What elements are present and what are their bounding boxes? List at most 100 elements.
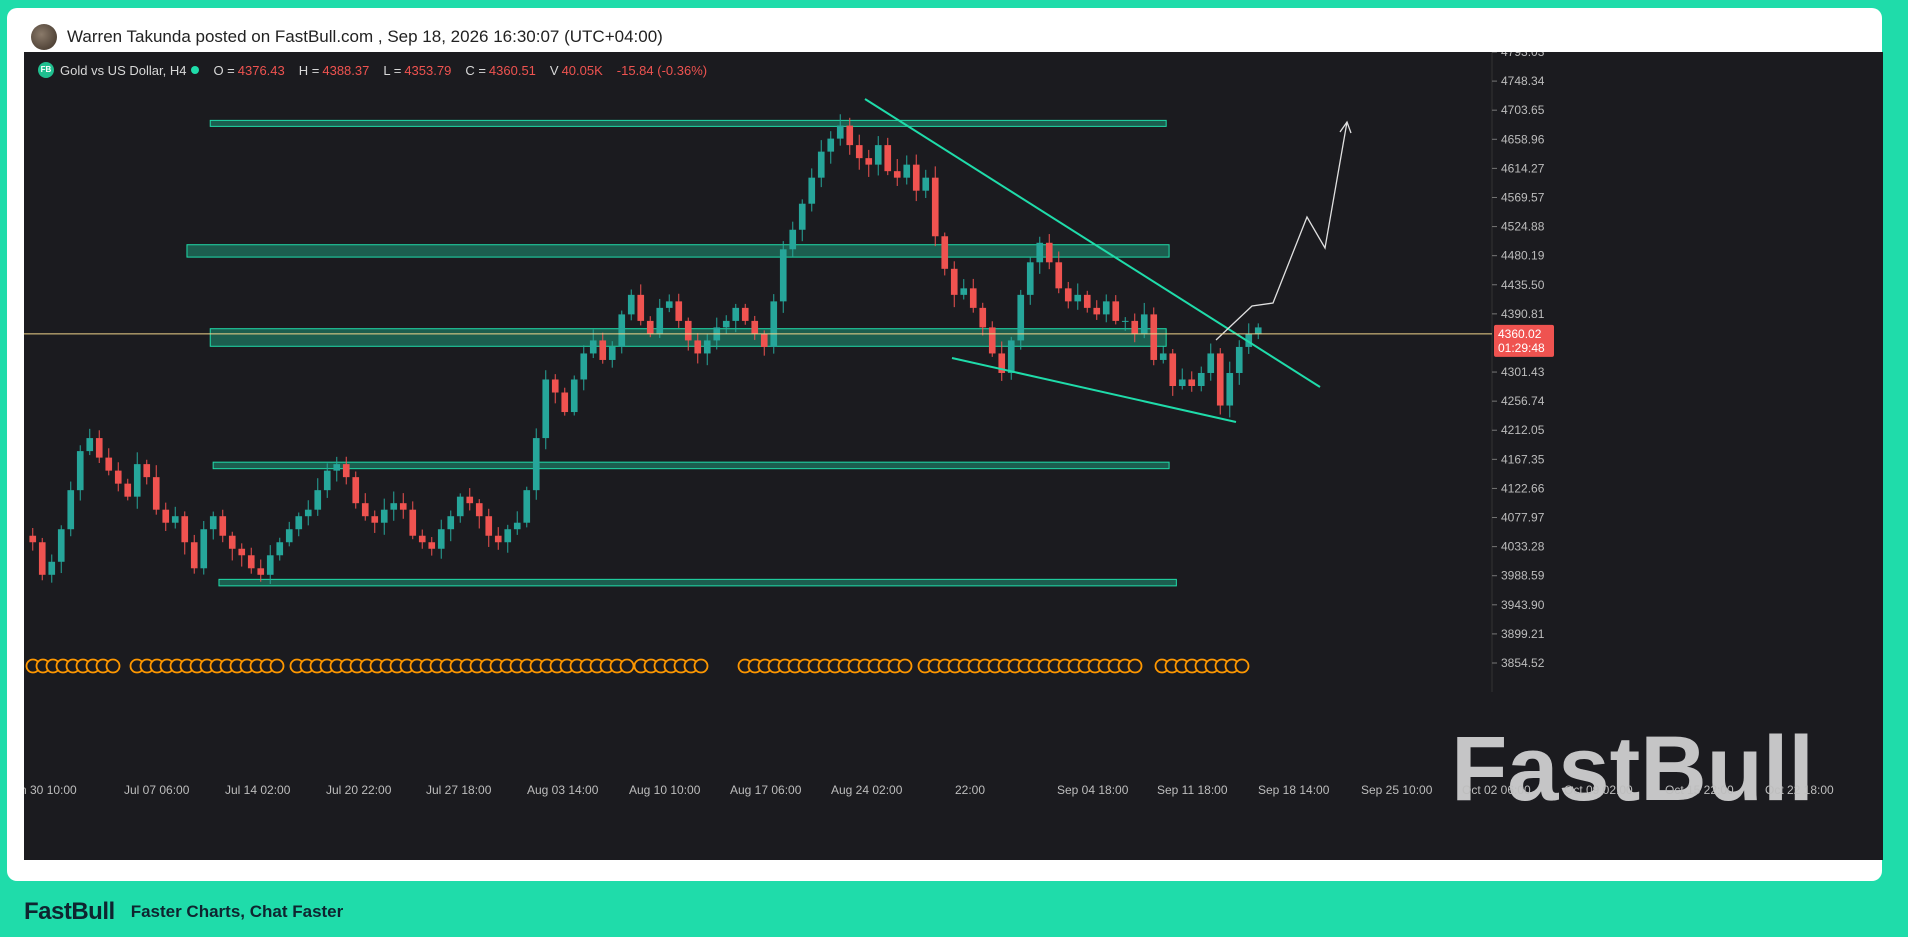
candle-body <box>1254 327 1262 334</box>
y-tick-label: 3899.21 <box>1501 627 1545 641</box>
chart-canvas[interactable]: FastBull 4793.03 4748.34 4703.65 4658.96 4614… <box>24 52 1883 860</box>
candle-body <box>931 177 939 237</box>
candle-body <box>466 496 474 504</box>
candle-body <box>741 307 749 321</box>
candle-body <box>1140 314 1148 334</box>
candle-body <box>893 171 901 178</box>
x-tick-label: Jul 20 22:00 <box>326 783 392 797</box>
candle-body <box>494 535 502 543</box>
candle-body <box>437 529 445 549</box>
x-tick-label: Sep 18 14:00 <box>1258 783 1330 797</box>
chart-legend: FB Gold vs US Dollar, H4 O = 4376.43 H = 4… <box>38 62 721 78</box>
event-marker-icon <box>269 658 285 674</box>
x-tick-label: Jul 07 06:00 <box>124 783 190 797</box>
candle-body <box>143 464 151 478</box>
candle-body <box>979 307 987 328</box>
x-tick-label: Sep 04 18:00 <box>1057 783 1129 797</box>
price-tag-countdown: 01:29:48 <box>1498 341 1545 355</box>
symbol-name[interactable]: Gold vs US Dollar, H4 <box>60 63 186 78</box>
event-marker-icon <box>1234 658 1250 674</box>
candle-body <box>988 327 996 354</box>
event-marker-icon <box>897 658 913 674</box>
candle-body <box>950 268 958 295</box>
close-value: 4360.51 <box>488 62 536 78</box>
projection-path <box>1215 121 1348 341</box>
x-tick-label: Aug 17 06:00 <box>730 783 802 797</box>
candle-body <box>1207 353 1215 373</box>
candle-body <box>285 529 293 543</box>
candle-body <box>884 145 892 172</box>
candle-body <box>276 542 284 556</box>
y-tick-label: 4256.74 <box>1501 394 1545 408</box>
high-label: H = <box>298 62 320 78</box>
low-value: 4353.79 <box>404 62 452 78</box>
price-chart[interactable]: FastBull 4793.03 4748.34 4703.65 4658.96 4614… <box>24 52 1883 860</box>
candle-body <box>532 438 540 491</box>
x-tick-label: Oct 02 06:00 <box>1462 783 1531 797</box>
watermark-text: FastBull <box>1451 718 1814 820</box>
candle-body <box>428 542 436 549</box>
candle-body <box>162 509 170 523</box>
candle-body <box>409 509 417 536</box>
candle-body <box>646 320 654 334</box>
candle-body <box>627 294 635 315</box>
candle-body <box>152 477 160 510</box>
price-tag-value: 4360.02 <box>1498 327 1542 341</box>
candle-body <box>86 438 94 452</box>
candle-body <box>418 535 426 543</box>
candle-body <box>722 320 730 328</box>
candle-body <box>38 542 46 575</box>
y-tick-label: 4077.97 <box>1501 511 1545 525</box>
candle-body <box>1036 242 1044 263</box>
candle-body <box>1169 353 1177 386</box>
candle-body <box>1045 242 1053 263</box>
y-tick-label: 4658.96 <box>1501 132 1545 146</box>
candle-body <box>447 516 455 530</box>
candle-body <box>637 294 645 321</box>
candle-body <box>228 535 236 549</box>
candle-body <box>608 346 616 360</box>
x-tick-label: Aug 03 14:00 <box>527 783 599 797</box>
y-tick-label: 4614.27 <box>1501 161 1545 175</box>
candle-body <box>1159 353 1167 360</box>
footer-brand: FastBull <box>24 898 115 925</box>
lower-trendline <box>951 357 1237 423</box>
candle-body <box>684 320 692 341</box>
y-tick-label: 4301.43 <box>1501 365 1545 379</box>
candle-body <box>333 464 341 471</box>
candle-body <box>67 490 75 530</box>
candle-body <box>523 490 531 523</box>
footer: FastBull Faster Charts, Chat Faster <box>24 898 343 926</box>
y-tick-label: 4793.03 <box>1501 52 1545 59</box>
candle-body <box>124 483 132 497</box>
candle-body <box>371 516 379 523</box>
market-status-icon <box>191 66 200 74</box>
candle-body <box>171 516 179 523</box>
candle-body <box>665 301 673 308</box>
candle-body <box>1131 320 1139 334</box>
x-tick-label: Aug 24 02:00 <box>831 783 903 797</box>
x-tick-label: Oct 09 02:00 <box>1564 783 1633 797</box>
candle-body <box>703 340 711 354</box>
candle-body <box>960 288 968 295</box>
candle-body <box>751 320 759 334</box>
candle-body <box>200 529 208 569</box>
candle-body <box>836 125 844 139</box>
candle-body <box>789 229 797 250</box>
open-label: O = <box>213 62 235 78</box>
candle-body <box>1064 288 1072 302</box>
x-tick-label: Jul 27 18:00 <box>426 783 492 797</box>
y-tick-label: 4390.81 <box>1501 307 1545 321</box>
candle-body <box>551 379 559 393</box>
candle-body <box>1226 372 1234 406</box>
candle-body <box>599 340 607 360</box>
candle-body <box>399 503 407 510</box>
candle-body <box>29 535 37 543</box>
support-resistance-zone <box>209 119 1167 127</box>
candle-body <box>1112 301 1120 321</box>
avatar[interactable] <box>31 24 57 50</box>
post-header: Warren Takunda posted on FastBull.com , … <box>31 24 663 50</box>
candle-body <box>1083 294 1091 308</box>
x-tick-label: n 30 10:00 <box>24 783 77 797</box>
candle-body <box>504 529 512 543</box>
